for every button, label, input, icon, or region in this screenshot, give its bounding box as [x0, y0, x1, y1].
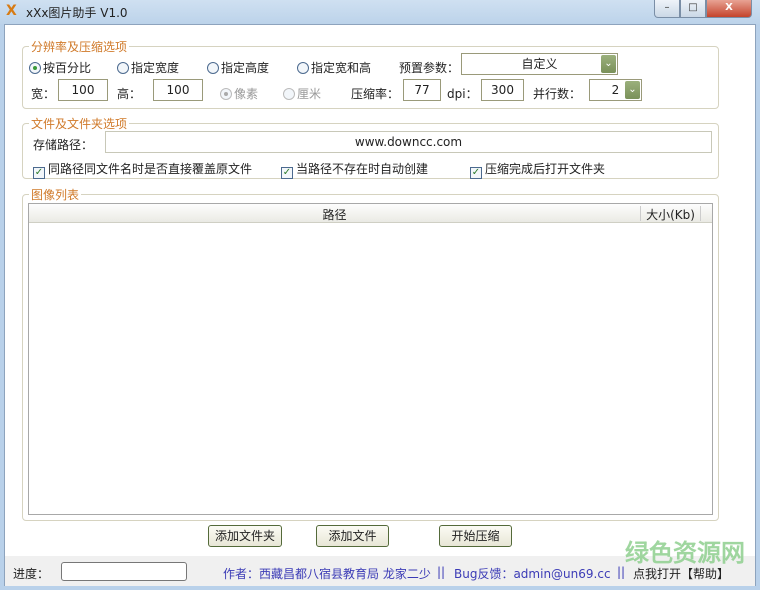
- chevron-down-icon: ⌄: [625, 81, 640, 99]
- open-folder-checkbox[interactable]: ✓ 压缩完成后打开文件夹: [470, 160, 605, 179]
- radio-icon: [297, 62, 309, 74]
- dpi-label: dpi：: [447, 87, 478, 101]
- close-button[interactable]: X: [706, 0, 752, 18]
- image-list-table[interactable]: 路径 大小(Kb): [28, 203, 713, 515]
- add-folder-button[interactable]: 添加文件夹: [208, 525, 282, 547]
- radio-pixel[interactable]: 像素: [220, 85, 258, 102]
- path-input[interactable]: www.downcc.com: [105, 131, 712, 153]
- chevron-down-icon: ⌄: [601, 55, 616, 73]
- resolution-group-label: 分辨率及压缩选项: [29, 38, 130, 55]
- check-icon: ✓: [281, 167, 293, 179]
- width-label: 宽：: [31, 87, 56, 101]
- watermark: 绿色资源网: [625, 539, 745, 567]
- add-file-button[interactable]: 添加文件: [316, 525, 389, 547]
- main-window: 分辨率及压缩选项 按百分比 指定宽度 指定高度 指定宽和高 预置参数： 自定义 ⌄…: [4, 24, 756, 586]
- preset-select[interactable]: 自定义 ⌄: [461, 53, 618, 75]
- radio-icon: [207, 62, 219, 74]
- files-group-label: 文件及文件夹选项: [29, 115, 130, 132]
- auto-create-checkbox[interactable]: ✓ 当路径不存在时自动创建: [281, 160, 428, 179]
- radio-percent[interactable]: 按百分比: [29, 59, 91, 76]
- table-header: 路径 大小(Kb): [29, 204, 712, 223]
- radio-width-height[interactable]: 指定宽和高: [297, 59, 371, 76]
- author-text: 作者：西藏昌都八宿县教育局 龙家二少: [223, 567, 431, 581]
- column-path[interactable]: 路径: [29, 206, 641, 222]
- preset-label: 预置参数：: [399, 61, 460, 75]
- check-icon: ✓: [470, 167, 482, 179]
- radio-width[interactable]: 指定宽度: [117, 59, 179, 76]
- bug-feedback[interactable]: Bug反馈：admin@un69.cc: [454, 565, 611, 582]
- progress-bar: [61, 562, 187, 581]
- start-compress-button[interactable]: 开始压缩: [439, 525, 512, 547]
- overwrite-checkbox[interactable]: ✓ 同路径同文件名时是否直接覆盖原文件: [33, 160, 252, 179]
- dpi-input[interactable]: 300: [481, 79, 524, 101]
- resolution-group: 分辨率及压缩选项 按百分比 指定宽度 指定高度 指定宽和高 预置参数： 自定义 ⌄…: [22, 38, 719, 109]
- path-label: 存储路径：: [33, 138, 94, 152]
- rate-input[interactable]: 77: [403, 79, 441, 101]
- maximize-button[interactable]: □: [680, 0, 706, 18]
- column-size[interactable]: 大小(Kb): [641, 206, 701, 222]
- window-title: xXx图片助手 V1.0: [26, 6, 128, 20]
- height-label: 高：: [117, 87, 142, 101]
- separator: ||: [617, 565, 626, 579]
- rate-label: 压缩率：: [351, 87, 400, 101]
- parallel-label: 并行数：: [533, 87, 582, 101]
- app-icon: X: [6, 3, 17, 19]
- radio-icon: [283, 88, 295, 100]
- height-input[interactable]: 100: [153, 79, 203, 101]
- radio-icon: [117, 62, 129, 74]
- title-bar: X xXx图片助手 V1.0 – □ X: [0, 0, 760, 24]
- files-group: 文件及文件夹选项 存储路径： www.downcc.com ✓ 同路径同文件名时是…: [22, 115, 719, 179]
- image-list-label: 图像列表: [29, 186, 82, 203]
- check-icon: ✓: [33, 167, 45, 179]
- width-input[interactable]: 100: [58, 79, 108, 101]
- minimize-button[interactable]: –: [654, 0, 680, 18]
- separator: ||: [437, 565, 446, 579]
- radio-height[interactable]: 指定高度: [207, 59, 269, 76]
- radio-icon: [220, 88, 232, 100]
- radio-cm[interactable]: 厘米: [283, 85, 321, 102]
- parallel-select[interactable]: 2 ⌄: [589, 79, 642, 101]
- radio-icon: [29, 62, 41, 74]
- progress-label: 进度：: [13, 567, 50, 581]
